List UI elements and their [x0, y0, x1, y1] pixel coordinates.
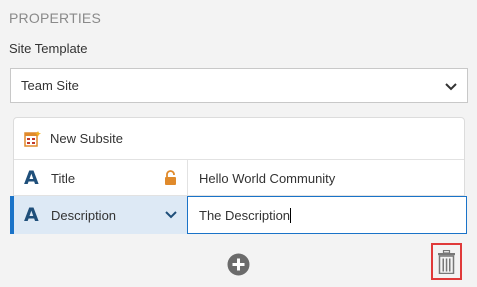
site-template-value: Team Site: [21, 78, 79, 93]
text-caret: [290, 208, 292, 223]
properties-header: PROPERTIES: [9, 10, 101, 26]
site-template-select[interactable]: Team Site: [10, 68, 468, 103]
card-header[interactable]: New Subsite: [14, 118, 464, 160]
property-label-description: Description: [51, 208, 117, 223]
subsite-card: New Subsite A Title Hello World Communit…: [10, 117, 467, 234]
property-value-title[interactable]: Hello World Community: [199, 171, 335, 186]
property-value-description: The Description: [199, 208, 292, 223]
lock-icon[interactable]: [164, 170, 177, 186]
property-row-title[interactable]: A Title Hello World Community: [14, 160, 464, 196]
text-type-icon: A: [24, 167, 39, 189]
plus-circle-icon[interactable]: [227, 253, 250, 276]
chevron-down-icon: [445, 83, 457, 91]
chevron-down-icon[interactable]: [164, 209, 178, 221]
delete-button[interactable]: [431, 243, 462, 280]
property-label-title: Title: [51, 171, 76, 186]
card-header-label: New Subsite: [50, 131, 123, 146]
property-row-description[interactable]: A Description The Description: [10, 196, 467, 234]
cell-divider: [187, 160, 188, 195]
text-type-icon: A: [24, 204, 39, 226]
site-template-label: Site Template: [9, 41, 88, 56]
description-input[interactable]: The Description: [187, 196, 467, 234]
new-subsite-icon: [24, 130, 41, 147]
trash-icon: [438, 249, 455, 274]
